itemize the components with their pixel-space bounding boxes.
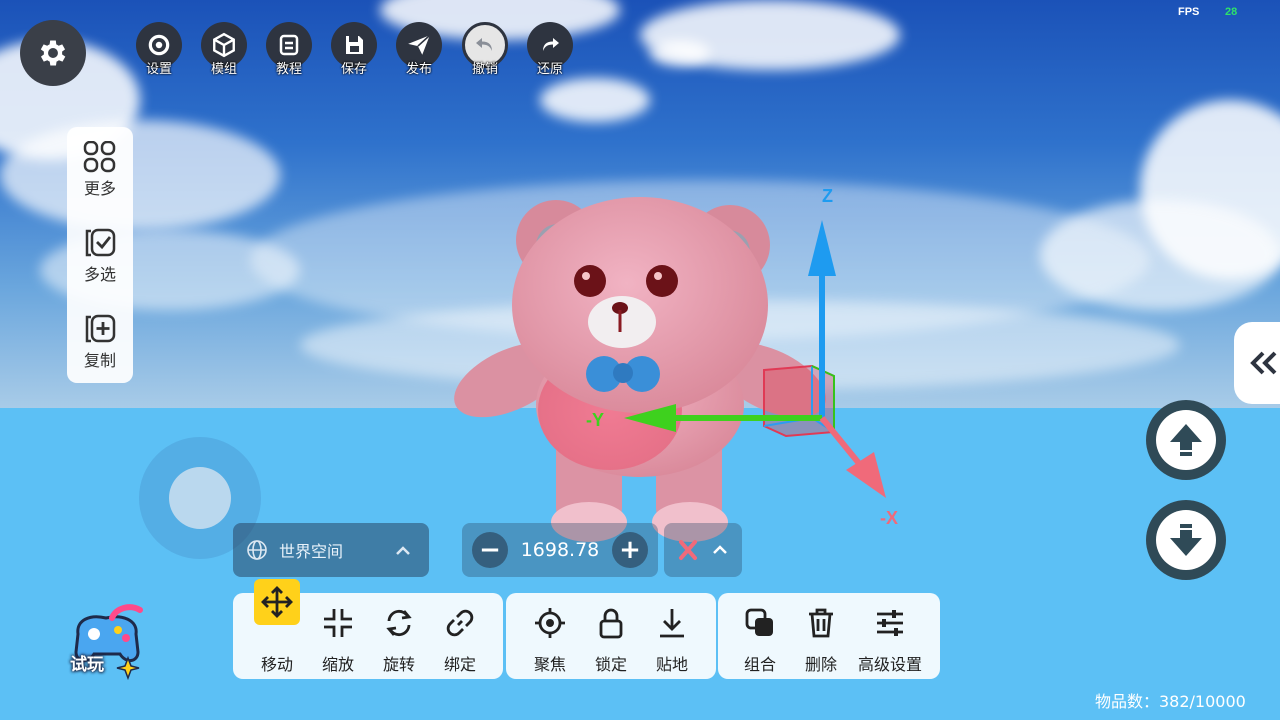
scale-label: 缩放	[321, 655, 354, 674]
expand-panel-button[interactable]	[1234, 322, 1280, 404]
multi-select-label: 多选	[83, 265, 116, 284]
play-test-button[interactable]: 试玩	[66, 600, 148, 681]
decrement-button[interactable]: −	[472, 532, 508, 568]
settings-label: 设置	[145, 62, 172, 77]
play-test-label: 试玩	[70, 655, 104, 675]
tutorial-button[interactable]: 教程	[261, 22, 317, 78]
lock-tool[interactable]: 锁定	[581, 593, 641, 679]
fps-value: 28	[1225, 6, 1238, 18]
group-label: 组合	[743, 655, 776, 674]
focus-icon	[535, 608, 565, 638]
lock-label: 锁定	[594, 655, 627, 674]
snap-ground-icon	[660, 609, 684, 638]
coordinate-space-select[interactable]: 世界空间	[233, 523, 429, 577]
move-tool[interactable]: 移动	[247, 579, 307, 679]
snap-ground-tool[interactable]: 贴地	[642, 593, 702, 679]
sliders-icon	[877, 610, 903, 636]
globe-icon	[247, 540, 267, 560]
more-label: 更多	[83, 179, 116, 198]
mods-label: 模组	[210, 62, 237, 77]
scale-icon	[324, 609, 352, 637]
scale-tool[interactable]: 缩放	[308, 593, 368, 679]
increment-button[interactable]: +	[611, 532, 648, 568]
multi-select-icon	[85, 228, 116, 257]
copy-button[interactable]: 复制	[67, 313, 133, 393]
copy-icon	[85, 314, 116, 343]
undo-label: 撤销	[471, 62, 498, 77]
lock-icon	[599, 608, 623, 639]
tutorial-label: 教程	[275, 62, 302, 77]
book-icon	[279, 34, 299, 56]
focus-tool[interactable]: 聚焦	[520, 593, 580, 679]
x-axis-icon	[679, 540, 697, 560]
publish-button[interactable]: 发布	[391, 22, 447, 78]
value-display[interactable]: 1698.78	[521, 539, 600, 561]
move-down-button[interactable]	[1146, 500, 1226, 580]
double-chevron-left-icon	[1250, 351, 1277, 375]
mods-button[interactable]: 模组	[196, 22, 252, 78]
axis-select[interactable]	[664, 523, 742, 577]
arrow-down-icon	[1170, 524, 1202, 556]
arrow-up-icon	[1170, 424, 1202, 456]
send-icon	[408, 34, 431, 55]
left-tool-panel: 更多 多选 复制	[67, 127, 133, 383]
save-label: 保存	[340, 62, 367, 77]
chevron-up-icon	[713, 545, 727, 554]
gear-icon	[148, 34, 170, 56]
fps-label: FPS	[1178, 6, 1200, 18]
delete-label: 删除	[804, 655, 837, 674]
object-tool-group: 组合 删除 高级设置	[718, 593, 940, 679]
redo-button[interactable]: 还原	[522, 22, 578, 78]
bind-label: 绑定	[443, 655, 476, 674]
link-icon	[446, 609, 474, 637]
group-icon	[745, 608, 773, 636]
delete-tool[interactable]: 删除	[791, 593, 851, 679]
redo-icon	[543, 38, 559, 51]
move-icon	[261, 586, 293, 618]
gizmo-z-label: Z	[822, 186, 833, 206]
placement-tool-group: 聚焦 锁定 贴地	[506, 593, 716, 679]
advanced-settings-label: 高级设置	[858, 655, 923, 674]
coordinate-space-label: 世界空间	[279, 542, 344, 561]
undo-icon	[476, 38, 492, 51]
rotate-tool[interactable]: 旋转	[369, 593, 429, 679]
cube-icon	[213, 32, 235, 58]
copy-label: 复制	[83, 351, 116, 370]
bind-tool[interactable]: 绑定	[430, 593, 490, 679]
group-tool[interactable]: 组合	[730, 593, 790, 679]
multi-select-button[interactable]: 多选	[67, 227, 133, 307]
gizmo-y-label: -Y	[586, 410, 604, 430]
joystick-knob[interactable]	[169, 467, 231, 529]
gear-icon	[40, 40, 66, 66]
advanced-settings-tool[interactable]: 高级设置	[858, 593, 923, 679]
trash-icon	[809, 608, 833, 638]
snap-ground-label: 贴地	[655, 655, 688, 674]
chevron-up-icon	[396, 546, 410, 555]
item-count: 物品数：382/10000	[1095, 692, 1246, 711]
move-label: 移动	[260, 655, 293, 674]
main-settings-button[interactable]	[20, 20, 86, 86]
publish-label: 发布	[405, 62, 432, 77]
redo-label: 还原	[536, 62, 563, 77]
undo-button[interactable]: 撤销	[457, 22, 513, 78]
value-stepper: − 1698.78 +	[462, 523, 658, 577]
gizmo-x-label: -X	[880, 508, 898, 528]
more-button[interactable]: 更多	[67, 141, 133, 221]
focus-label: 聚焦	[533, 655, 566, 674]
grid-icon	[83, 141, 116, 173]
save-icon	[346, 36, 363, 54]
transform-tool-group: 移动 缩放 旋转 绑定	[233, 579, 503, 679]
move-up-button[interactable]	[1146, 400, 1226, 480]
rotate-icon	[386, 609, 412, 637]
rotate-label: 旋转	[382, 655, 415, 674]
settings-button[interactable]: 设置	[131, 22, 187, 78]
save-button[interactable]: 保存	[326, 22, 382, 78]
